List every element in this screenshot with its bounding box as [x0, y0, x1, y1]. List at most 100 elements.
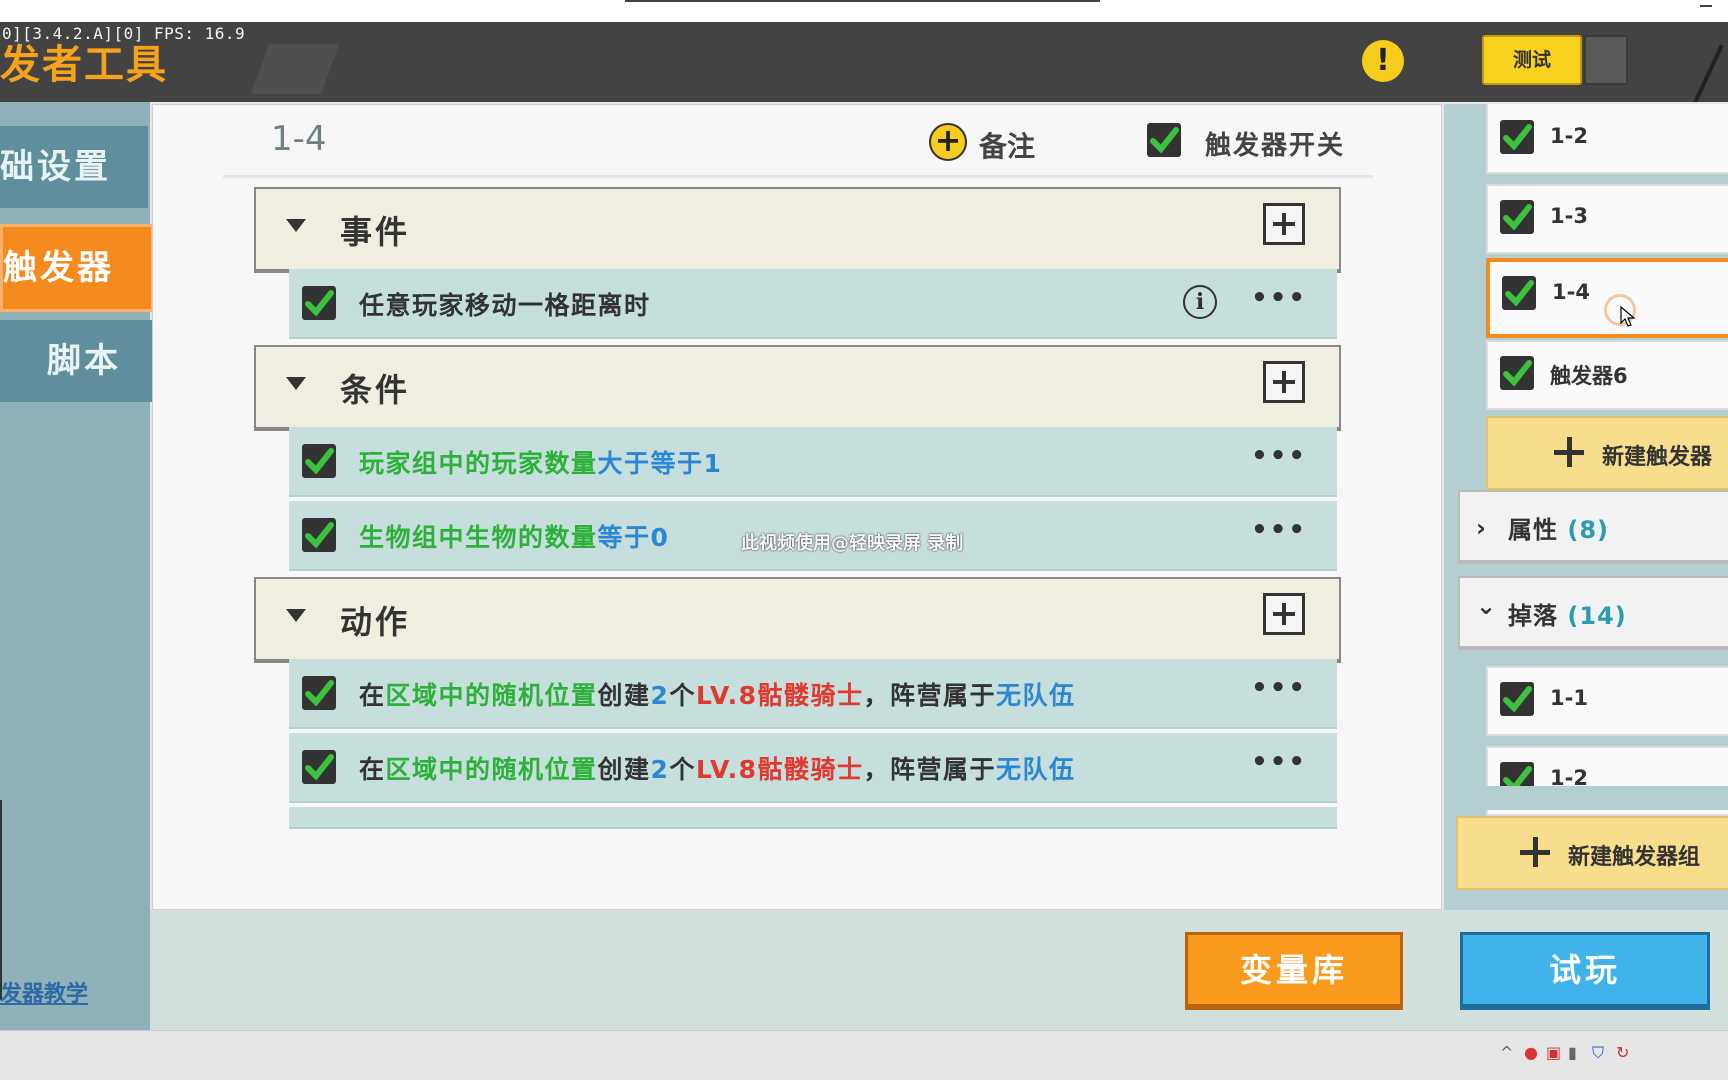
- tray-sync-icon[interactable]: ↻: [1616, 1043, 1629, 1062]
- more-options-icon[interactable]: •••: [1251, 285, 1307, 311]
- sidebar-tab-scripts[interactable]: 脚本: [0, 320, 158, 402]
- section-header-event[interactable]: 事件: [254, 187, 1341, 273]
- check-icon: [1503, 360, 1532, 387]
- minimize-icon[interactable]: [1700, 5, 1712, 7]
- check-icon: [1505, 280, 1534, 307]
- condition-compare[interactable]: 大于等于1: [598, 449, 723, 478]
- trigger-list-panel: 1-2 1-3 1-4 触发器6 新建触发器 › 属性 (8) ⌄ 掉落 (14…: [1444, 104, 1728, 910]
- check-icon: [305, 448, 334, 475]
- add-action-button[interactable]: [1263, 593, 1305, 635]
- action-area-param[interactable]: 区域中的随机位置: [386, 755, 598, 784]
- action-creature-param[interactable]: LV.8骷髅骑士: [696, 755, 864, 784]
- action-word: 在: [359, 755, 386, 784]
- sidebar-tab-label: 脚本: [47, 341, 121, 381]
- condition-subject[interactable]: 玩家组中的玩家数量: [359, 449, 598, 478]
- tray-chevron-up-icon[interactable]: ^: [1500, 1043, 1513, 1062]
- plus-icon: [1554, 437, 1584, 467]
- trigger-switch-label: 触发器开关: [1205, 131, 1346, 161]
- check-icon: [1503, 686, 1532, 713]
- group-list-clip: [1444, 786, 1728, 810]
- app-header: 0][3.4.2.A][0] FPS: 16.9 发者工具 ! 测试: [0, 22, 1728, 102]
- action-checkbox[interactable]: [302, 750, 336, 784]
- action-count-param[interactable]: 2: [651, 681, 670, 710]
- sidebar-tab-basic-settings[interactable]: 础设置: [0, 126, 148, 208]
- trigger-editor-panel: 1-4 + 备注 触发器开关 事件 任意玩家移动一格距离时 i ••• 条件 玩…: [152, 104, 1442, 910]
- trigger-list-item[interactable]: 触发器6: [1486, 340, 1728, 410]
- top-strip-line: [625, 0, 1100, 2]
- condition-checkbox[interactable]: [302, 518, 336, 552]
- section-header-condition[interactable]: 条件: [254, 345, 1341, 431]
- action-row-partial[interactable]: [289, 807, 1337, 829]
- action-area-param[interactable]: 区域中的随机位置: [386, 681, 598, 710]
- group-count: (14): [1567, 602, 1627, 630]
- more-options-icon[interactable]: •••: [1251, 675, 1307, 701]
- action-word: 在: [359, 681, 386, 710]
- event-row[interactable]: 任意玩家移动一格距离时 i •••: [289, 269, 1337, 339]
- group-label: 属性 (8): [1508, 510, 1609, 545]
- mouse-cursor-icon: [1620, 306, 1636, 327]
- trigger-list-item[interactable]: 1-2: [1486, 104, 1728, 174]
- trigger-item-label: 1-4: [1552, 280, 1590, 304]
- tray-battery-icon[interactable]: ▮: [1568, 1043, 1577, 1062]
- collapse-triangle-icon[interactable]: [286, 219, 306, 232]
- add-condition-button[interactable]: [1263, 361, 1305, 403]
- tray-shield-icon[interactable]: ⛉: [1592, 1043, 1604, 1063]
- tray-app-icon[interactable]: ▣: [1546, 1043, 1561, 1062]
- test-toggle[interactable]: [1584, 35, 1628, 85]
- trigger-switch-checkbox[interactable]: [1147, 123, 1181, 157]
- trigger-item-checkbox[interactable]: [1500, 356, 1534, 390]
- trigger-item-checkbox[interactable]: [1502, 276, 1536, 310]
- group-label: 掉落 (14): [1508, 596, 1627, 631]
- tray-record-icon[interactable]: ●: [1524, 1043, 1538, 1062]
- group-trigger-item[interactable]: 1-1: [1486, 666, 1728, 736]
- condition-subject[interactable]: 生物组中生物的数量: [359, 523, 598, 552]
- more-options-icon[interactable]: •••: [1251, 517, 1307, 543]
- section-header-action[interactable]: 动作: [254, 577, 1341, 663]
- alert-icon[interactable]: !: [1362, 40, 1404, 82]
- trigger-tutorial-link[interactable]: 发器教学: [0, 976, 88, 1008]
- condition-checkbox[interactable]: [302, 444, 336, 478]
- action-row[interactable]: 在区域中的随机位置创建2个LV.8骷髅骑士，阵营属于无队伍 •••: [289, 733, 1337, 803]
- action-creature-param[interactable]: LV.8骷髅骑士: [696, 681, 864, 710]
- test-button[interactable]: 测试: [1482, 35, 1582, 85]
- collapse-triangle-icon[interactable]: [286, 609, 306, 622]
- more-options-icon[interactable]: •••: [1251, 443, 1307, 469]
- add-note-icon[interactable]: +: [929, 123, 967, 161]
- note-label[interactable]: 备注: [979, 125, 1035, 165]
- new-trigger-group-button[interactable]: 新建触发器组: [1456, 816, 1728, 890]
- new-trigger-button[interactable]: 新建触发器: [1486, 416, 1728, 490]
- trigger-list-item[interactable]: 1-3: [1486, 184, 1728, 254]
- action-checkbox[interactable]: [302, 676, 336, 710]
- trigger-list-item-active[interactable]: 1-4: [1486, 258, 1728, 338]
- condition-compare[interactable]: 等于0: [598, 523, 670, 552]
- left-sidebar: 础设置 触发器 脚本: [0, 102, 158, 1030]
- system-taskbar: ^ ● ▣ ▮ ⛉ ↻: [0, 1030, 1728, 1080]
- action-count-param[interactable]: 2: [651, 755, 670, 784]
- action-text: 在区域中的随机位置创建2个LV.8骷髅骑士，阵营属于无队伍: [359, 676, 1076, 712]
- add-event-button[interactable]: [1263, 203, 1305, 245]
- group-name: 属性: [1508, 516, 1558, 544]
- more-options-icon[interactable]: •••: [1251, 749, 1307, 775]
- trigger-title: 1-4: [271, 119, 327, 159]
- action-row[interactable]: 在区域中的随机位置创建2个LV.8骷髅骑士，阵营属于无队伍 •••: [289, 659, 1337, 729]
- event-text: 任意玩家移动一格距离时: [359, 291, 651, 320]
- event-checkbox[interactable]: [302, 286, 336, 320]
- chevron-right-icon: ›: [1476, 514, 1486, 542]
- condition-row[interactable]: 玩家组中的玩家数量大于等于1 •••: [289, 427, 1337, 497]
- trigger-group-attributes[interactable]: › 属性 (8): [1458, 490, 1728, 564]
- play-test-button[interactable]: 试玩: [1460, 932, 1710, 1010]
- trigger-item-checkbox[interactable]: [1500, 682, 1534, 716]
- variables-button[interactable]: 变量库: [1185, 932, 1403, 1010]
- action-word: 创建: [597, 755, 651, 784]
- check-icon: [305, 680, 334, 707]
- trigger-group-drops[interactable]: ⌄ 掉落 (14): [1458, 576, 1728, 650]
- trigger-item-checkbox[interactable]: [1500, 200, 1534, 234]
- sidebar-edge-mark: [0, 800, 2, 1000]
- section-label: 事件: [340, 213, 411, 251]
- sidebar-tab-triggers[interactable]: 触发器: [0, 224, 154, 312]
- trigger-item-checkbox[interactable]: [1500, 120, 1534, 154]
- action-team-param[interactable]: 无队伍: [996, 755, 1076, 784]
- collapse-triangle-icon[interactable]: [286, 377, 306, 390]
- info-icon[interactable]: i: [1183, 285, 1217, 319]
- action-team-param[interactable]: 无队伍: [996, 681, 1076, 710]
